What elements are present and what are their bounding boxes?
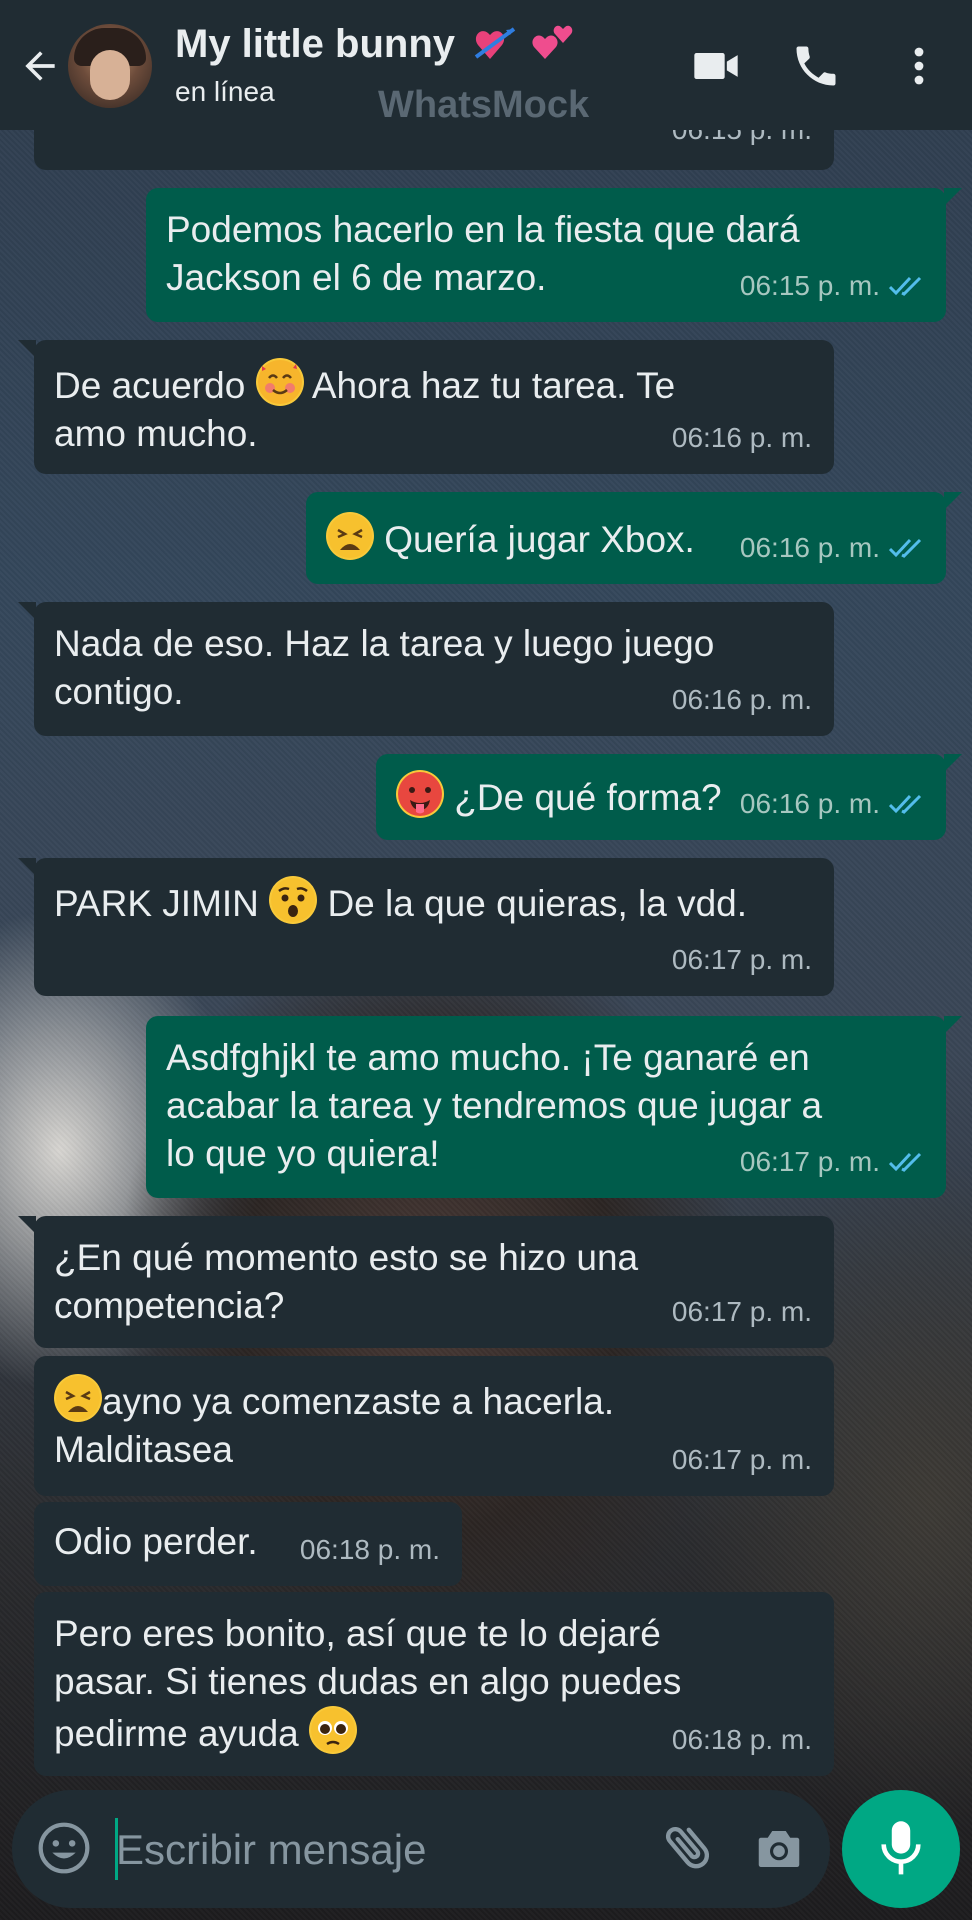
message-incoming[interactable]: Pero eres bonito, así que te lo dejaré p… — [34, 1592, 834, 1776]
message-incoming[interactable]: PARK JIMIN De la que quieras, la vdd. 06… — [18, 858, 834, 996]
message-time: 06:18 p. m. — [299, 1534, 440, 1565]
message-time: 06:16 p. m. — [740, 524, 924, 572]
video-call-icon[interactable] — [690, 40, 742, 92]
avatar[interactable] — [68, 24, 152, 108]
message-time: 06:17 p. m. — [671, 1296, 812, 1327]
message-time: 06:15 p. m. — [740, 262, 924, 310]
read-ticks-icon — [888, 794, 922, 814]
message-outgoing[interactable]: ¿De qué forma? 06:16 p. m. — [376, 754, 962, 840]
hushed-face-icon — [269, 876, 318, 924]
voice-call-icon[interactable] — [790, 40, 842, 92]
mic-button[interactable] — [842, 1790, 960, 1908]
emoji-icon[interactable] — [36, 1820, 92, 1876]
attach-icon[interactable] — [660, 1818, 718, 1876]
message-time: 06:16 p. m. — [671, 422, 812, 453]
pleading-face-icon — [309, 1706, 358, 1754]
weary-face-icon — [326, 512, 374, 560]
message-outgoing[interactable]: Podemos hacerlo en la fiesta que dará Ja… — [146, 188, 962, 322]
read-ticks-icon — [888, 538, 922, 558]
hot-face-icon — [396, 770, 444, 818]
camera-icon[interactable] — [752, 1822, 806, 1876]
message-text: PARK JIMIN De la que quieras, la vdd. — [54, 876, 814, 928]
message-time: 06:17 p. m. — [671, 1444, 812, 1475]
message-composer[interactable]: Escribir mensaje — [12, 1790, 830, 1908]
message-time: 06:16 p. m. — [671, 684, 812, 715]
heart-arrow-icon — [474, 27, 516, 59]
contact-name[interactable]: My little bunny — [175, 22, 575, 67]
message-incoming[interactable]: Odio perder. 06:18 p. m. — [34, 1502, 462, 1586]
message-incoming[interactable]: ayno ya comenzaste a hacerla. Malditasea… — [34, 1356, 834, 1496]
chat-header: My little bunny en línea WhatsMock — [0, 0, 972, 130]
message-incoming[interactable]: Nada de eso. Haz la tarea y luego juego … — [18, 602, 834, 736]
smiling-face-with-hearts-icon — [255, 358, 304, 406]
read-ticks-icon — [888, 276, 922, 296]
contact-status: en línea — [175, 76, 275, 107]
message-outgoing[interactable]: Quería jugar Xbox. 06:16 p. m. — [306, 492, 962, 584]
message-time: 06:17 p. m. — [740, 1138, 924, 1186]
more-options-icon[interactable] — [895, 40, 943, 92]
watermark: WhatsMock — [378, 84, 590, 126]
back-arrow-icon[interactable] — [18, 44, 62, 88]
message-incoming[interactable]: ¿En qué momento esto se hizo una compete… — [18, 1216, 834, 1348]
mic-icon — [881, 1821, 921, 1875]
message-incoming[interactable]: De acuerdo Ahora haz tu tarea. Te amo mu… — [18, 340, 834, 474]
message-outgoing[interactable]: Asdfghjkl te amo mucho. ¡Te ganaré en ac… — [146, 1016, 962, 1198]
message-time: 06:18 p. m. — [671, 1724, 812, 1755]
message-input[interactable]: Escribir mensaje — [116, 1826, 426, 1874]
message-time: 06:16 p. m. — [740, 780, 924, 828]
message-time: 06:17 p. m. — [671, 944, 812, 975]
weary-face-icon — [54, 1374, 102, 1422]
read-ticks-icon — [888, 1152, 922, 1172]
two-hearts-icon — [532, 25, 573, 59]
